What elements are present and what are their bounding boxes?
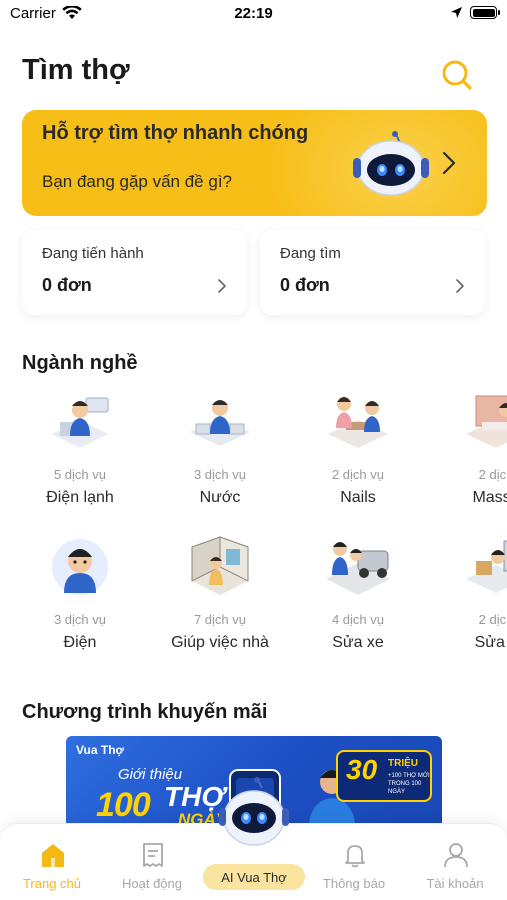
promo-section-title: Chương trình khuyến mãi [22,701,268,723]
promo-amount: 30 [346,754,378,785]
search-icon[interactable] [440,58,474,92]
electrician-icon [52,539,108,595]
clock: 22:19 [234,5,273,22]
category-name: Điện [63,634,97,651]
category-name: Giúp việc nhà [171,634,269,651]
category-item-massage[interactable]: 2 dịch Massa [426,388,507,518]
appliance-repair-icon [466,540,507,593]
tab-home[interactable]: Trang chủ [2,824,102,900]
category-item-appliance-repair[interactable]: 2 dịch Sửa k [426,533,507,663]
category-item-nuoc[interactable]: 3 dịch vụ Nước [150,388,290,518]
tab-label: Hoạt động [122,876,182,891]
category-item-giup-viec-nha[interactable]: 7 dịch vụ Giúp việc nhà [150,533,290,663]
category-count: 2 dịch [478,467,507,482]
category-count: 2 dịch [478,612,507,627]
tab-ai-vua-tho[interactable]: AI Vua Thợ [203,864,305,890]
tab-label: AI Vua Thợ [221,870,287,885]
promo-amount-unit: TRIỆU [388,758,418,769]
chevron-right-icon [442,151,456,175]
support-banner-subtitle: Bạn đang gặp vấn đề gì? [42,172,232,191]
stat-card-in-progress[interactable]: Đang tiến hành 0 đơn [22,230,247,315]
category-item-dien-lanh[interactable]: 5 dịch vụ Điện lạnh [10,388,150,518]
category-item-dien[interactable]: 3 dịch vụ Điện [10,533,150,663]
chevron-right-icon [218,279,226,293]
bell-icon [345,845,365,868]
battery-icon [470,6,500,19]
category-count: 3 dịch vụ [53,612,107,627]
location-arrow-icon [451,7,462,18]
nails-icon [328,397,388,448]
tab-notifications[interactable]: Thông báo [304,824,404,900]
category-count: 5 dịch vụ [53,467,107,482]
category-name: Nước [199,489,241,506]
tab-account[interactable]: Tài khoản [405,824,505,900]
chevron-right-icon [456,279,464,293]
plumber-icon [190,400,250,446]
stat-card-searching[interactable]: Đang tìm 0 đơn [260,230,485,315]
housekeeping-icon [191,536,249,595]
tab-label: Tài khoản [426,876,484,891]
support-banner-title: Hỗ trợ tìm thợ nhanh chóng [42,122,309,144]
category-item-sua-xe[interactable]: 4 dịch vụ Sửa xe [288,533,428,663]
promo-small-text: +100 THỢ MỚI TRONG 100 NGÀY [388,773,430,795]
air-conditioner-worker-icon [52,397,109,448]
category-name: Nails [340,489,376,506]
car-repair-icon [326,542,390,595]
category-item-nails[interactable]: 2 dịch vụ Nails [288,388,428,518]
status-bar: Carrier 22:19 [0,0,507,30]
stat-label: Đang tìm [280,245,341,262]
tab-activity[interactable]: Hoạt động [102,824,202,900]
category-count: 7 dịch vụ [193,612,247,627]
robot-mascot-icon[interactable] [216,776,292,852]
robot-mascot-icon [353,131,429,196]
category-name: Sửa xe [332,634,384,651]
receipt-icon [143,843,163,867]
category-count: 4 dịch vụ [331,612,385,627]
category-name: Sửa k [474,634,507,651]
promo-badge: 30 TRIỆU +100 THỢ MỚI TRONG 100 NGÀY [336,750,432,802]
tab-label: Thông báo [322,876,386,891]
stat-value: 0 đơn [280,275,330,295]
user-icon [444,843,468,868]
promo-big-number: 100 [96,786,151,824]
promo-logo: Vua Thợ [76,743,125,757]
stat-label: Đang tiến hành [42,245,144,262]
tab-label: Trang chủ [22,876,82,891]
support-banner[interactable]: Hỗ trợ tìm thợ nhanh chóng Bạn đang gặp … [22,110,487,216]
page-title: Tìm thợ [22,54,130,86]
categories-section-title: Ngành nghề [22,352,138,374]
massage-icon [466,395,507,448]
home-icon [42,844,64,867]
category-count: 3 dịch vụ [193,467,247,482]
category-name: Massa [472,489,507,506]
category-name: Điện lạnh [46,489,114,506]
category-count: 2 dịch vụ [331,467,385,482]
stat-value: 0 đơn [42,275,92,295]
